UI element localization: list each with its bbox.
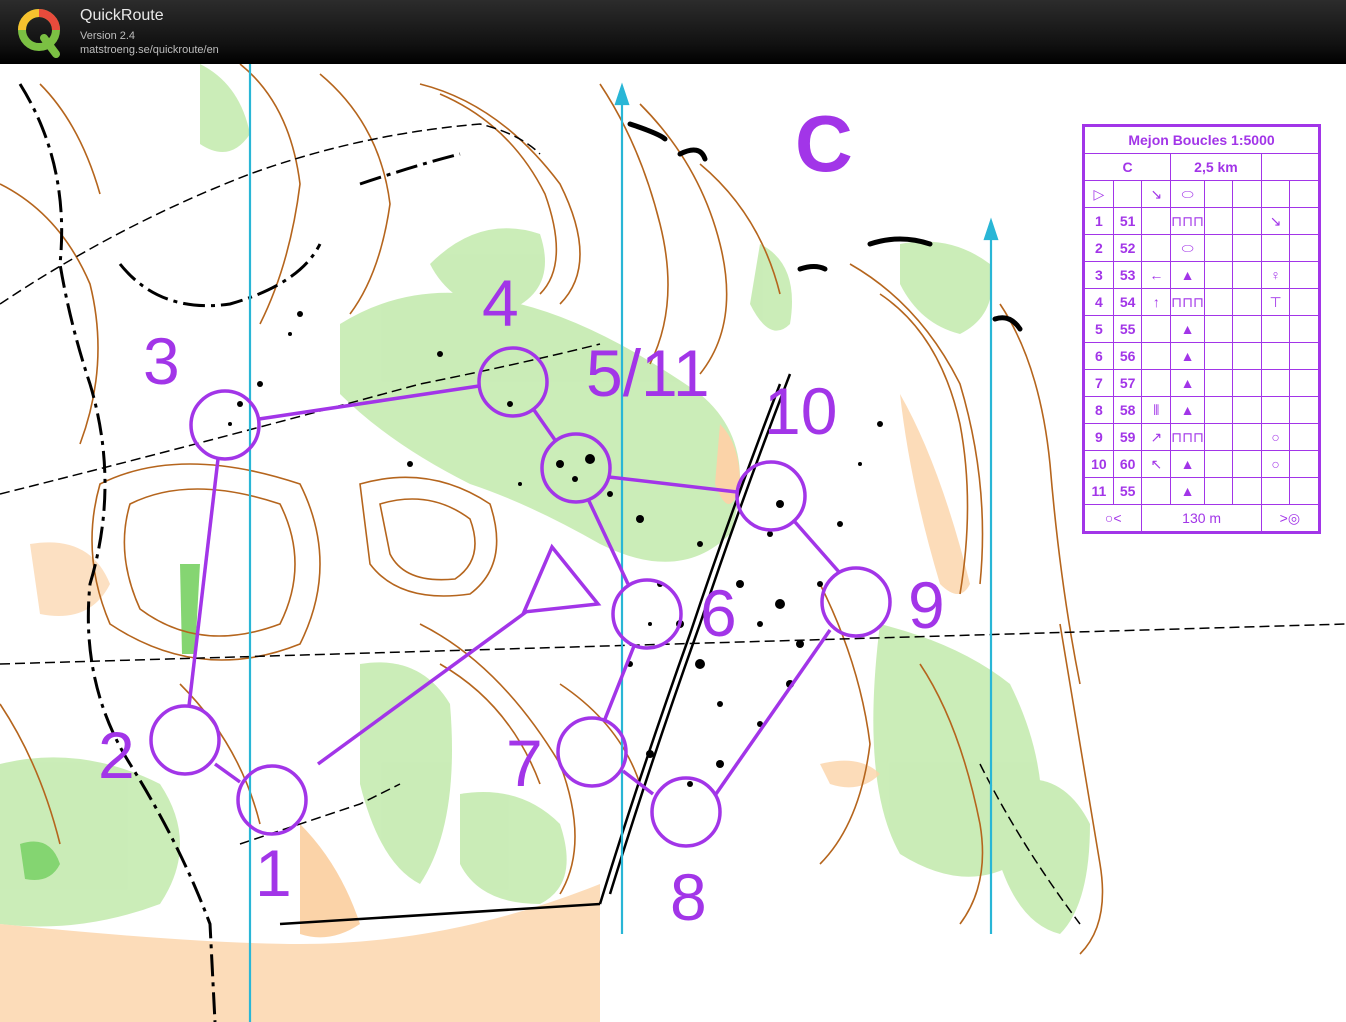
sheet-direction: ↗ — [1141, 423, 1172, 451]
app-name: QuickRoute — [80, 7, 164, 24]
sheet-control-code: 56 — [1112, 342, 1143, 370]
sheet-row: 8 58 ⫴ ▲ — [1084, 396, 1319, 424]
sheet-direction — [1141, 234, 1172, 262]
control-label-2: 2 — [98, 718, 135, 792]
sheet-row: 2 52 ⬭ — [1084, 234, 1319, 262]
sheet-control-code: 51 — [1112, 207, 1143, 235]
control-label-10: 10 — [764, 374, 838, 448]
sheet-row: 5 55 ▲ — [1084, 315, 1319, 343]
sheet-control-number: 2 — [1084, 234, 1114, 262]
sheet-extra: ♀ — [1260, 261, 1291, 289]
sheet-event-title: Mejon Boucles 1:5000 — [1084, 126, 1319, 154]
sheet-feature: ▲ — [1170, 342, 1205, 370]
sheet-feature: ▲ — [1170, 315, 1205, 343]
sheet-control-code: 53 — [1112, 261, 1143, 289]
sheet-control-code: 54 — [1112, 288, 1143, 316]
control-label-1: 1 — [255, 836, 292, 910]
sheet-control-number: 11 — [1084, 477, 1114, 505]
course-letter: C — [795, 99, 853, 188]
app-version: Version 2.4 — [80, 30, 136, 42]
sheet-direction: ↖ — [1141, 450, 1172, 478]
sheet-control-code: 57 — [1112, 369, 1143, 397]
sheet-direction — [1141, 342, 1172, 370]
sheet-extra — [1260, 477, 1291, 505]
sheet-control-code: 52 — [1112, 234, 1143, 262]
control-label-4: 4 — [482, 266, 519, 340]
sheet-direction — [1141, 477, 1172, 505]
sheet-rows: 1 51 ⊓⊓⊓ ↘ 2 52 ⬭ 3 53 ← ▲ ♀ 4 54 ↑ ⊓⊓⊓ ⊤ 5 55 ▲ 6 56 ▲ 7 57 ▲ 8 58… — [1084, 207, 1319, 505]
control-label-6: 6 — [700, 576, 737, 650]
sheet-control-number: 7 — [1084, 369, 1114, 397]
sheet-extra — [1260, 315, 1291, 343]
control-label-8: 8 — [670, 860, 707, 934]
sheet-extra: ↘ — [1260, 207, 1291, 235]
sheet-control-number: 9 — [1084, 423, 1114, 451]
sheet-row: 11 55 ▲ — [1084, 477, 1319, 505]
sheet-extra — [1260, 234, 1291, 262]
sheet-extra: ○ — [1260, 450, 1291, 478]
sheet-feature: ▲ — [1170, 396, 1205, 424]
sheet-course: C — [1083, 153, 1172, 181]
sheet-control-code: 59 — [1112, 423, 1143, 451]
sheet-control-number: 5 — [1084, 315, 1114, 343]
sheet-direction — [1141, 207, 1172, 235]
sheet-direction: ← — [1141, 261, 1172, 289]
sheet-direction — [1141, 369, 1172, 397]
sheet-row: 6 56 ▲ — [1084, 342, 1319, 370]
sheet-feature: ▲ — [1170, 261, 1205, 289]
sheet-row: 1 51 ⊓⊓⊓ ↘ — [1084, 207, 1319, 235]
sheet-feature: ▲ — [1170, 450, 1205, 478]
sheet-row: 9 59 ↗ ⊓⊓⊓ ○ — [1084, 423, 1319, 451]
start-symbol-icon: ▷ — [1084, 180, 1114, 208]
sheet-control-number: 10 — [1084, 450, 1114, 478]
finish-circle-icon: >◎ — [1260, 504, 1320, 532]
quickroute-logo-icon — [18, 9, 60, 58]
sheet-length: 2,5 km — [1170, 153, 1262, 181]
control-label-5-11: 5/11 — [586, 336, 710, 410]
sheet-control-code: 58 — [1112, 396, 1143, 424]
sheet-control-number: 8 — [1084, 396, 1114, 424]
sheet-row: 10 60 ↖ ▲ ○ — [1084, 450, 1319, 478]
sheet-direction: ↑ — [1141, 288, 1172, 316]
sheet-control-code: 55 — [1112, 477, 1143, 505]
sheet-extra — [1260, 369, 1291, 397]
sheet-direction — [1141, 315, 1172, 343]
sheet-row: 4 54 ↑ ⊓⊓⊓ ⊤ — [1084, 288, 1319, 316]
sheet-feature: ⊓⊓⊓ — [1170, 207, 1205, 235]
sheet-row: 3 53 ← ▲ ♀ — [1084, 261, 1319, 289]
control-label-7: 7 — [506, 726, 543, 800]
sheet-extra: ○ — [1260, 423, 1291, 451]
app-url[interactable]: matstroeng.se/quickroute/en — [80, 44, 219, 56]
control-label-3: 3 — [143, 324, 180, 398]
control-description-sheet: Mejon Boucles 1:5000 C 2,5 km ▷ ↘ ⬭ 1 51 ⊓… — [1082, 124, 1321, 534]
sheet-feature: ⊓⊓⊓ — [1170, 423, 1205, 451]
sheet-extra — [1260, 342, 1291, 370]
sheet-row: 7 57 ▲ — [1084, 369, 1319, 397]
sheet-control-code: 60 — [1112, 450, 1143, 478]
control-label-9: 9 — [908, 568, 945, 642]
finish-distance: 130 m — [1141, 504, 1262, 532]
title-bar: QuickRoute Version 2.4 matstroeng.se/qui… — [0, 0, 1346, 64]
sheet-feature: ▲ — [1170, 477, 1205, 505]
finish-flag-icon: ○< — [1083, 504, 1143, 532]
sheet-control-number: 3 — [1084, 261, 1114, 289]
sheet-control-number: 1 — [1084, 207, 1114, 235]
sheet-feature: ⬭ — [1170, 234, 1205, 262]
sheet-control-number: 6 — [1084, 342, 1114, 370]
sheet-extra: ⊤ — [1260, 288, 1291, 316]
sheet-feature: ⊓⊓⊓ — [1170, 288, 1205, 316]
sheet-control-code: 55 — [1112, 315, 1143, 343]
sheet-direction: ⫴ — [1141, 396, 1172, 424]
sheet-feature: ▲ — [1170, 369, 1205, 397]
sheet-control-number: 4 — [1084, 288, 1114, 316]
sheet-extra — [1260, 396, 1291, 424]
